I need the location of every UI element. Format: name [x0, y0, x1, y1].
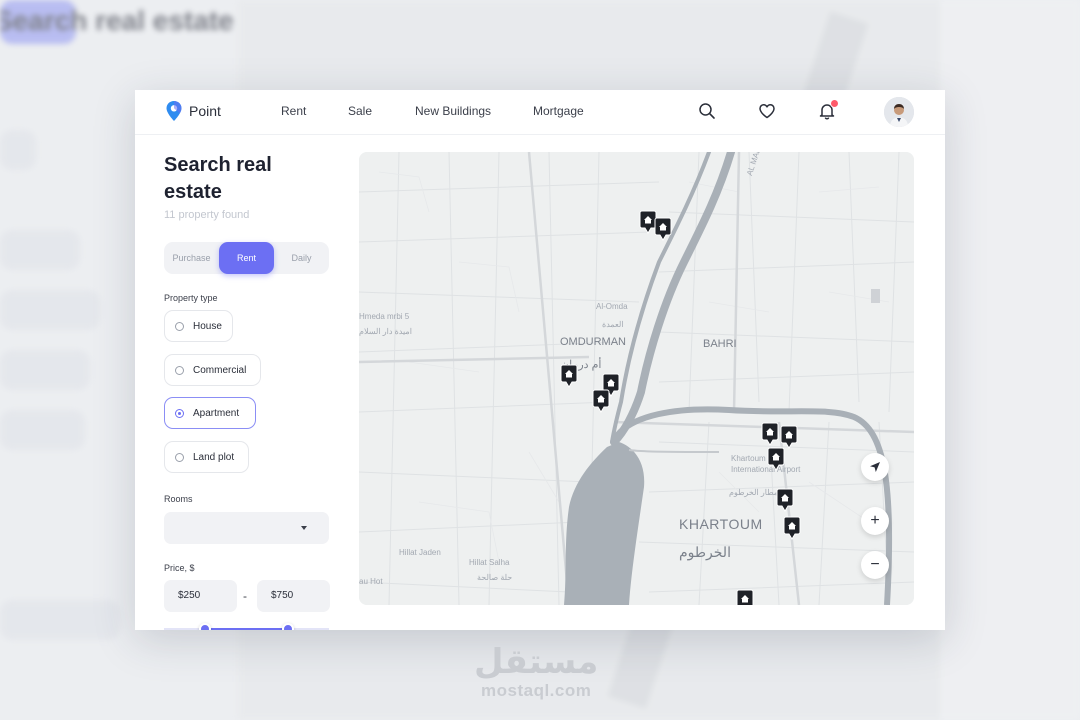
- radio-label: Apartment: [193, 407, 240, 419]
- radio-label: House: [193, 320, 222, 332]
- map-label-district: au Hot: [359, 577, 383, 586]
- property-pin-icon[interactable]: [776, 488, 794, 512]
- heart-icon[interactable]: [758, 102, 776, 125]
- map-label-city: KHARTOUM: [679, 516, 763, 532]
- price-label: Price, $: [164, 563, 195, 573]
- radio-button: [175, 365, 184, 375]
- rooms-dropdown[interactable]: [164, 512, 329, 544]
- radio-label: Commercial: [193, 364, 247, 376]
- map-tiles: [359, 152, 914, 605]
- price-slider-range: [205, 628, 288, 630]
- property-pin-icon[interactable]: [736, 589, 754, 605]
- map-label-district: Hillat Jaden: [399, 548, 441, 557]
- navigation-arrow-icon: [870, 462, 880, 472]
- location-pin-logo-icon: [166, 101, 182, 121]
- map-view[interactable]: AL MADINA ST Al-Omda العمدة Hmeda mrbi 5…: [359, 152, 914, 605]
- map-label-street: Hmeda mrbi 5: [359, 312, 410, 321]
- user-avatar[interactable]: [884, 97, 914, 127]
- caret-down-icon: [301, 526, 307, 530]
- map-label-airport-ar: مطار الخرطوم: [729, 488, 779, 497]
- search-filters-panel: Search real estate 11 property found Pur…: [164, 152, 334, 630]
- radio-button: [175, 452, 184, 462]
- brand-logo[interactable]: Point: [165, 100, 221, 122]
- map-label-district: Hillat Salha: [469, 558, 510, 567]
- property-type-commercial[interactable]: Commercial: [164, 354, 261, 386]
- page-title: Search real estate: [164, 154, 272, 203]
- notification-bell-icon[interactable]: [818, 99, 839, 125]
- nav-link-rent[interactable]: Rent: [281, 104, 306, 118]
- zoom-out-button[interactable]: −: [861, 551, 889, 579]
- top-navbar: Point Rent Sale New Buildings Mortgage: [135, 90, 945, 135]
- map-label-city: BAHRI: [703, 338, 737, 350]
- rooms-label: Rooms: [164, 494, 193, 504]
- property-pin-icon[interactable]: [761, 422, 779, 446]
- watermark-latin: mostaql.com: [481, 681, 592, 700]
- property-pin-icon[interactable]: [560, 364, 578, 388]
- map-label-district-ar: حلة صالحة: [477, 573, 513, 582]
- property-pin-icon[interactable]: [592, 389, 610, 413]
- price-slider-max-handle[interactable]: [282, 623, 294, 630]
- price-max-input[interactable]: $750: [257, 580, 330, 612]
- background-right-panel: [940, 0, 1080, 720]
- tab-rent[interactable]: Rent: [219, 242, 274, 274]
- property-pin-icon[interactable]: [654, 217, 672, 241]
- results-count: 11 property found: [164, 209, 250, 221]
- notification-badge: [830, 99, 839, 108]
- tab-purchase[interactable]: Purchase: [164, 242, 219, 274]
- nav-link-sale[interactable]: Sale: [348, 104, 372, 118]
- price-slider-min-handle[interactable]: [199, 623, 211, 630]
- price-range-separator: -: [243, 589, 247, 603]
- nav-link-new-buildings[interactable]: New Buildings: [415, 104, 491, 118]
- property-pin-icon[interactable]: [780, 425, 798, 449]
- property-type-label: Property type: [164, 293, 218, 303]
- radio-button: [175, 321, 184, 331]
- watermark-arabic: مستقل: [474, 642, 599, 682]
- brand-name: Point: [189, 103, 221, 119]
- property-pin-icon[interactable]: [783, 516, 801, 540]
- tab-daily[interactable]: Daily: [274, 242, 329, 274]
- search-icon[interactable]: [698, 102, 716, 125]
- property-type-land-plot[interactable]: Land plot: [164, 441, 249, 473]
- map-label-district-ar: العمدة: [602, 320, 624, 329]
- radio-label: Land plot: [193, 451, 235, 463]
- map-label-street-ar: اميدة دار السلام: [359, 327, 412, 336]
- property-type-apartment[interactable]: Apartment: [164, 397, 256, 429]
- radio-button-selected: [175, 408, 184, 418]
- zoom-in-button[interactable]: +: [861, 507, 889, 535]
- map-label-city-ar: الخرطوم: [679, 544, 731, 560]
- app-window: Point Rent Sale New Buildings Mortgage S…: [135, 90, 945, 630]
- property-pin-icon[interactable]: [767, 447, 785, 471]
- locate-me-button[interactable]: [861, 453, 889, 481]
- background-title: Search real estate: [0, 5, 234, 36]
- deal-type-segmented-control: Purchase Rent Daily: [164, 242, 329, 274]
- price-min-input[interactable]: $250: [164, 580, 237, 612]
- map-label-city: OMDURMAN: [560, 336, 626, 348]
- nav-link-mortgage[interactable]: Mortgage: [533, 104, 584, 118]
- watermark: مستقل mostaql.com: [474, 645, 598, 701]
- property-type-house[interactable]: House: [164, 310, 233, 342]
- map-label-district: Al-Omda: [596, 302, 628, 311]
